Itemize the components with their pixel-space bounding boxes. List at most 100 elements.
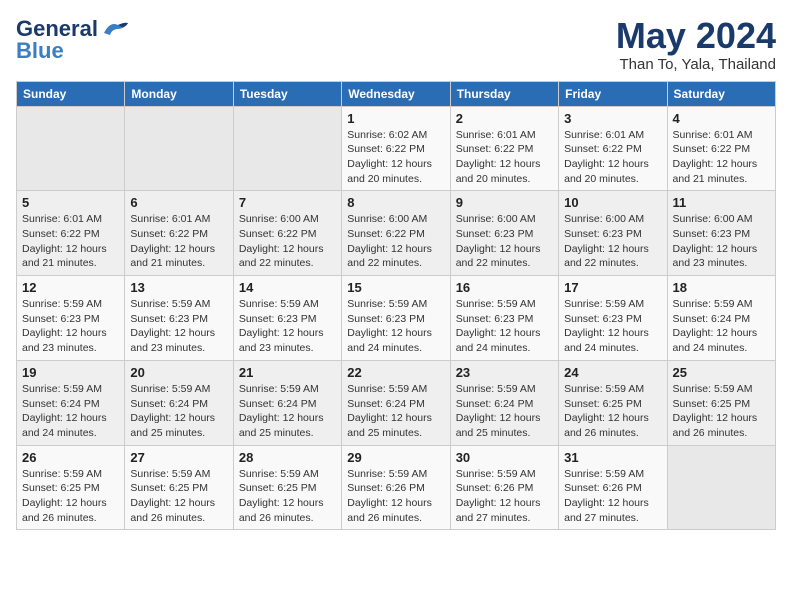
day-number: 12 (22, 280, 119, 295)
logo: General Blue (16, 16, 130, 64)
logo-bird-icon (102, 19, 130, 39)
table-row: 15Sunrise: 5:59 AM Sunset: 6:23 PM Dayli… (342, 276, 450, 361)
table-row: 4Sunrise: 6:01 AM Sunset: 6:22 PM Daylig… (667, 106, 775, 191)
day-info: Sunrise: 5:59 AM Sunset: 6:25 PM Dayligh… (239, 467, 336, 526)
day-info: Sunrise: 5:59 AM Sunset: 6:24 PM Dayligh… (456, 382, 553, 441)
table-row: 14Sunrise: 5:59 AM Sunset: 6:23 PM Dayli… (233, 276, 341, 361)
col-wednesday: Wednesday (342, 81, 450, 106)
calendar-title: May 2024 (616, 16, 776, 56)
day-number: 11 (673, 195, 770, 210)
day-info: Sunrise: 6:01 AM Sunset: 6:22 PM Dayligh… (456, 128, 553, 187)
day-info: Sunrise: 5:59 AM Sunset: 6:25 PM Dayligh… (673, 382, 770, 441)
calendar-week-row: 1 Sunrise: 6:02 AM Sunset: 6:22 PM Daylig… (17, 106, 776, 191)
day-info: Sunrise: 6:01 AM Sunset: 6:22 PM Dayligh… (564, 128, 661, 187)
day-number: 3 (564, 111, 661, 126)
col-sunday: Sunday (17, 81, 125, 106)
day-info: Sunrise: 6:01 AM Sunset: 6:22 PM Dayligh… (673, 128, 770, 187)
table-row (667, 445, 775, 530)
day-number: 23 (456, 365, 553, 380)
title-block: May 2024 Than To, Yala, Thailand (616, 16, 776, 73)
col-saturday: Saturday (667, 81, 775, 106)
table-row: 9Sunrise: 6:00 AM Sunset: 6:23 PM Daylig… (450, 191, 558, 276)
day-info: Sunrise: 5:59 AM Sunset: 6:26 PM Dayligh… (347, 467, 444, 526)
calendar-week-row: 19 Sunrise: 5:59 AM Sunset: 6:24 PM Dayli… (17, 360, 776, 445)
table-row: 2 Sunrise: 6:01 AM Sunset: 6:22 PM Daylig… (450, 106, 558, 191)
table-row: 8 Sunrise: 6:00 AM Sunset: 6:22 PM Daylig… (342, 191, 450, 276)
table-row: 6 Sunrise: 6:01 AM Sunset: 6:22 PM Daylig… (125, 191, 233, 276)
day-info: Sunrise: 5:59 AM Sunset: 6:26 PM Dayligh… (564, 467, 661, 526)
day-info: Sunrise: 5:59 AM Sunset: 6:23 PM Dayligh… (347, 297, 444, 356)
table-row: 28 Sunrise: 5:59 AM Sunset: 6:25 PM Dayli… (233, 445, 341, 530)
calendar-week-row: 5 Sunrise: 6:01 AM Sunset: 6:22 PM Daylig… (17, 191, 776, 276)
day-info: Sunrise: 5:59 AM Sunset: 6:24 PM Dayligh… (673, 297, 770, 356)
table-row: 11Sunrise: 6:00 AM Sunset: 6:23 PM Dayli… (667, 191, 775, 276)
day-info: Sunrise: 5:59 AM Sunset: 6:26 PM Dayligh… (456, 467, 553, 526)
day-info: Sunrise: 6:01 AM Sunset: 6:22 PM Dayligh… (22, 212, 119, 271)
day-info: Sunrise: 5:59 AM Sunset: 6:24 PM Dayligh… (22, 382, 119, 441)
day-number: 30 (456, 450, 553, 465)
table-row: 1 Sunrise: 6:02 AM Sunset: 6:22 PM Daylig… (342, 106, 450, 191)
day-number: 2 (456, 111, 553, 126)
logo-blue-text: Blue (16, 38, 64, 64)
day-info: Sunrise: 6:00 AM Sunset: 6:23 PM Dayligh… (456, 212, 553, 271)
day-info: Sunrise: 6:02 AM Sunset: 6:22 PM Dayligh… (347, 128, 444, 187)
day-info: Sunrise: 5:59 AM Sunset: 6:23 PM Dayligh… (130, 297, 227, 356)
day-info: Sunrise: 5:59 AM Sunset: 6:23 PM Dayligh… (239, 297, 336, 356)
day-number: 18 (673, 280, 770, 295)
table-row (125, 106, 233, 191)
day-info: Sunrise: 6:00 AM Sunset: 6:22 PM Dayligh… (347, 212, 444, 271)
day-number: 10 (564, 195, 661, 210)
day-number: 28 (239, 450, 336, 465)
day-number: 5 (22, 195, 119, 210)
table-row: 20Sunrise: 5:59 AM Sunset: 6:24 PM Dayli… (125, 360, 233, 445)
col-friday: Friday (559, 81, 667, 106)
day-number: 17 (564, 280, 661, 295)
table-row: 25 Sunrise: 5:59 AM Sunset: 6:25 PM Dayli… (667, 360, 775, 445)
day-number: 13 (130, 280, 227, 295)
table-row: 16 Sunrise: 5:59 AM Sunset: 6:23 PM Dayli… (450, 276, 558, 361)
page-header: General Blue May 2024 Than To, Yala, Tha… (16, 16, 776, 73)
day-number: 19 (22, 365, 119, 380)
day-info: Sunrise: 5:59 AM Sunset: 6:23 PM Dayligh… (456, 297, 553, 356)
table-row (17, 106, 125, 191)
calendar-week-row: 26 Sunrise: 5:59 AM Sunset: 6:25 PM Dayli… (17, 445, 776, 530)
day-info: Sunrise: 5:59 AM Sunset: 6:24 PM Dayligh… (130, 382, 227, 441)
day-info: Sunrise: 5:59 AM Sunset: 6:23 PM Dayligh… (564, 297, 661, 356)
table-row: 13 Sunrise: 5:59 AM Sunset: 6:23 PM Dayli… (125, 276, 233, 361)
day-info: Sunrise: 5:59 AM Sunset: 6:25 PM Dayligh… (22, 467, 119, 526)
calendar-subtitle: Than To, Yala, Thailand (616, 56, 776, 73)
day-number: 1 (347, 111, 444, 126)
day-number: 8 (347, 195, 444, 210)
table-row: 3 Sunrise: 6:01 AM Sunset: 6:22 PM Daylig… (559, 106, 667, 191)
day-info: Sunrise: 6:01 AM Sunset: 6:22 PM Dayligh… (130, 212, 227, 271)
table-row: 17 Sunrise: 5:59 AM Sunset: 6:23 PM Dayli… (559, 276, 667, 361)
calendar-table: Sunday Monday Tuesday Wednesday Thursday… (16, 81, 776, 531)
day-info: Sunrise: 6:00 AM Sunset: 6:23 PM Dayligh… (564, 212, 661, 271)
table-row: 29Sunrise: 5:59 AM Sunset: 6:26 PM Dayli… (342, 445, 450, 530)
day-number: 6 (130, 195, 227, 210)
day-info: Sunrise: 5:59 AM Sunset: 6:25 PM Dayligh… (564, 382, 661, 441)
calendar-week-row: 12 Sunrise: 5:59 AM Sunset: 6:23 PM Dayli… (17, 276, 776, 361)
day-number: 31 (564, 450, 661, 465)
day-number: 26 (22, 450, 119, 465)
table-row: 24 Sunrise: 5:59 AM Sunset: 6:25 PM Dayli… (559, 360, 667, 445)
day-info: Sunrise: 5:59 AM Sunset: 6:24 PM Dayligh… (239, 382, 336, 441)
day-number: 22 (347, 365, 444, 380)
day-info: Sunrise: 6:00 AM Sunset: 6:22 PM Dayligh… (239, 212, 336, 271)
day-number: 25 (673, 365, 770, 380)
day-number: 16 (456, 280, 553, 295)
table-row: 5 Sunrise: 6:01 AM Sunset: 6:22 PM Daylig… (17, 191, 125, 276)
day-number: 21 (239, 365, 336, 380)
table-row: 30 Sunrise: 5:59 AM Sunset: 6:26 PM Dayli… (450, 445, 558, 530)
table-row: 31 Sunrise: 5:59 AM Sunset: 6:26 PM Dayli… (559, 445, 667, 530)
table-row: 26 Sunrise: 5:59 AM Sunset: 6:25 PM Dayli… (17, 445, 125, 530)
table-row: 19 Sunrise: 5:59 AM Sunset: 6:24 PM Dayli… (17, 360, 125, 445)
table-row (233, 106, 341, 191)
table-row: 18 Sunrise: 5:59 AM Sunset: 6:24 PM Dayli… (667, 276, 775, 361)
table-row: 23 Sunrise: 5:59 AM Sunset: 6:24 PM Dayli… (450, 360, 558, 445)
day-info: Sunrise: 5:59 AM Sunset: 6:23 PM Dayligh… (22, 297, 119, 356)
col-tuesday: Tuesday (233, 81, 341, 106)
day-info: Sunrise: 5:59 AM Sunset: 6:24 PM Dayligh… (347, 382, 444, 441)
day-number: 24 (564, 365, 661, 380)
table-row: 12 Sunrise: 5:59 AM Sunset: 6:23 PM Dayli… (17, 276, 125, 361)
